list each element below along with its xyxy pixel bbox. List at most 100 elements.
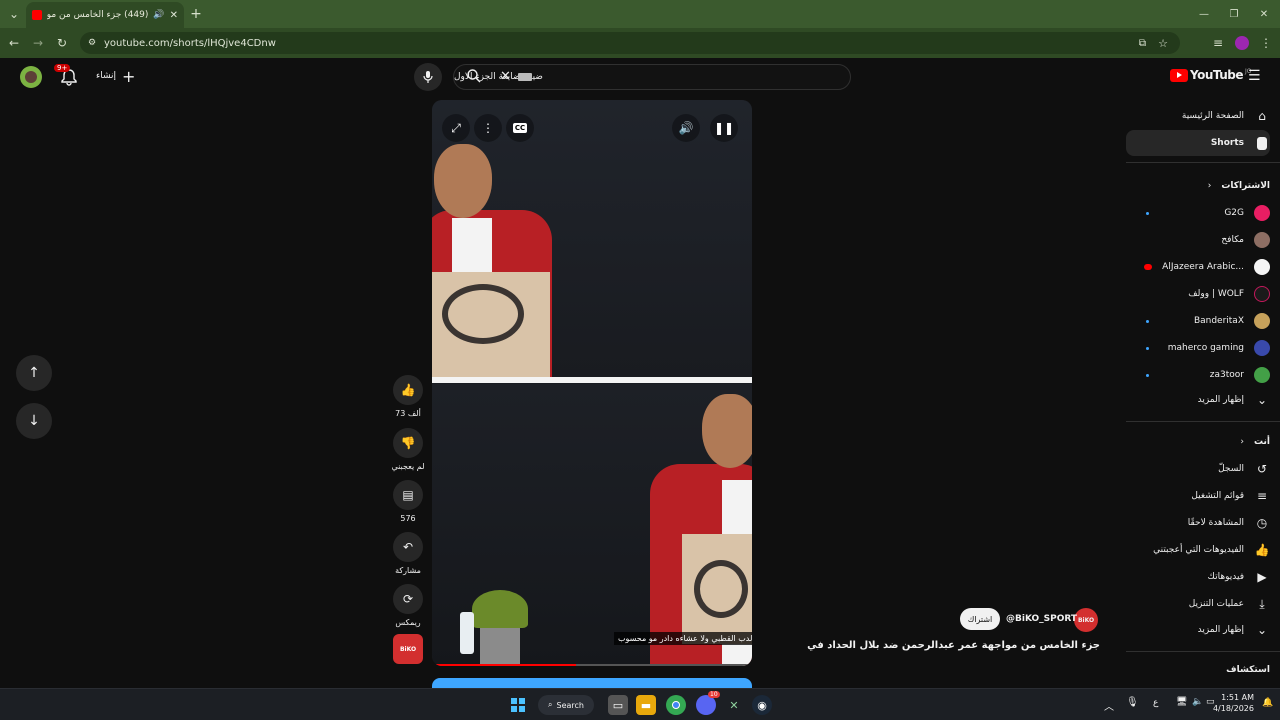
history-icon: ↺ — [1256, 462, 1268, 476]
sidebar-item-label: maherco gaming — [1167, 343, 1244, 353]
sidebar-item-subscription[interactable]: maherco gaming — [1126, 335, 1270, 361]
discord-badge: 10 — [708, 691, 720, 698]
sidebar-item-playlists[interactable]: قوائم التشغيل ≡ — [1126, 483, 1270, 509]
sidebar-item-subscription[interactable]: za3toor — [1126, 362, 1270, 388]
sidebar-item-subscription[interactable]: G2G — [1126, 200, 1270, 226]
search-input[interactable]: ضيعة ضايعة الجزء الاول ✕ — [453, 64, 851, 90]
keyboard-icon[interactable] — [518, 73, 532, 81]
explore-header: استكشاف — [1126, 657, 1270, 683]
dislike-button[interactable]: 👎 — [393, 428, 423, 458]
chrome-icon[interactable] — [666, 695, 686, 715]
profile-avatar[interactable] — [1235, 36, 1249, 50]
microphone-icon — [423, 71, 433, 83]
show-hidden-icons[interactable]: ︿ — [1104, 698, 1114, 713]
sidebar-item-shorts[interactable]: Shorts — [1126, 130, 1270, 156]
youtube-logo[interactable]: YouTube JO — [1170, 68, 1252, 82]
input-language[interactable]: ع — [1153, 698, 1158, 708]
sidebar-item-history[interactable]: السجلّ ↺ — [1126, 456, 1270, 482]
close-window-icon[interactable]: ✕ — [1256, 6, 1272, 22]
sidebar-item-watch-later[interactable]: المشاهدة لاحقًا ◷ — [1126, 510, 1270, 536]
like-button[interactable]: 👍 — [393, 375, 423, 405]
sidebar-item-downloads[interactable]: عمليات التنزيل ⤓ — [1126, 591, 1270, 617]
volume-tray-icon[interactable]: 🔈 — [1192, 697, 1203, 707]
bookmark-star-icon[interactable]: ☆ — [1158, 37, 1168, 50]
sidebar-item-subscription[interactable]: AlJazeera Arabic... — [1126, 254, 1270, 280]
forward-icon[interactable]: → — [30, 35, 46, 51]
shorts-video-player[interactable]: الدب القطبي ولا عشاءه دادر مو محسوب ⤢ ⋮ … — [432, 100, 752, 666]
water-bottle — [460, 612, 474, 654]
notifications-button[interactable]: 9+ — [54, 64, 80, 88]
clear-search-icon[interactable]: ✕ — [500, 69, 511, 84]
windows-start-icon[interactable] — [508, 695, 528, 715]
channel-avatar — [1254, 313, 1270, 329]
volume-icon[interactable]: 🔊 — [672, 114, 700, 142]
sidebar-item-subscription[interactable]: BanderitaX — [1126, 308, 1270, 334]
captions-button[interactable]: CC — [506, 114, 534, 142]
chrome-menu-icon[interactable]: ⋮ — [1258, 35, 1274, 51]
guide-menu-icon[interactable]: ☰ — [1248, 68, 1261, 84]
tab-search-chevron-icon[interactable]: ⌄ — [6, 6, 22, 22]
address-bar[interactable]: ⚙ youtube.com/shorts/lHQjve4CDnw ⧉ ☆ — [80, 32, 1180, 54]
chevron-left-icon: › — [1240, 437, 1244, 447]
person-head — [434, 144, 492, 218]
sidebar-item-your-videos[interactable]: فيديوهاتك ▶ — [1126, 564, 1270, 590]
show-more-subscriptions[interactable]: إظهار المزيد ⌄ — [1126, 387, 1270, 413]
video-frame-bottom — [432, 384, 752, 666]
short-title[interactable]: جزء الخامس من مواجهة عمر عبدالرحمن ضد بل… — [806, 640, 1100, 651]
reading-list-icon[interactable]: ≡ — [1210, 35, 1226, 51]
taskbar-search[interactable]: ⌕ Search — [538, 695, 594, 715]
file-explorer-icon[interactable]: ▬ — [636, 695, 656, 715]
minimize-icon[interactable]: — — [1196, 6, 1212, 22]
microphone-tray-icon[interactable]: 🎙 — [1126, 697, 1139, 708]
taskbar-search-label: Search — [556, 700, 584, 710]
task-view-icon[interactable]: ▭ — [608, 695, 628, 715]
reload-icon[interactable]: ↻ — [54, 35, 70, 51]
next-short-preview[interactable] — [432, 678, 752, 688]
xbox-icon[interactable]: ✕ — [724, 695, 744, 715]
voice-search-button[interactable] — [414, 63, 442, 91]
sidebar-item-liked-videos[interactable]: الفيديوهات التي أعجبتني 👍 — [1126, 537, 1270, 563]
sidebar-item-label: السجلّ — [1218, 464, 1244, 474]
channel-handle[interactable]: @BiKO_SPORT — [1006, 614, 1077, 624]
sidebar-item-label: مكافح — [1221, 235, 1244, 245]
chevron-down-icon: ⌄ — [1256, 393, 1268, 407]
subscriptions-header[interactable]: › الاشتراكات — [1126, 173, 1270, 199]
audio-source-button[interactable]: BiKO — [393, 634, 423, 664]
sidebar-item-label: عمليات التنزيل — [1188, 599, 1244, 609]
discord-icon[interactable]: 10 — [696, 691, 720, 715]
browser-tab[interactable]: (449) جزء الخامس من مواجهة 🔊 ✕ — [26, 2, 184, 28]
you-header[interactable]: › أنت — [1126, 429, 1270, 455]
site-info-icon[interactable]: ⚙ — [88, 38, 96, 48]
tab-close-icon[interactable]: ✕ — [170, 10, 178, 21]
remix-button[interactable]: ⟳ — [393, 584, 423, 614]
next-short-button[interactable]: ↓ — [16, 403, 52, 439]
new-tab-button[interactable]: + — [188, 6, 204, 22]
sidebar-item-label: za3toor — [1209, 370, 1244, 380]
steam-icon[interactable]: ◉ — [752, 695, 772, 715]
fullscreen-icon[interactable]: ⤢ — [442, 114, 470, 142]
create-button[interactable]: إنشاء + — [96, 67, 135, 86]
previous-short-button[interactable]: ↑ — [16, 355, 52, 391]
clock[interactable]: 1:51 AM 4/18/2026 — [1212, 692, 1254, 714]
channel-avatar[interactable]: BiKO — [1074, 608, 1098, 632]
share-button[interactable]: ↶ — [393, 532, 423, 562]
more-options-icon[interactable]: ⋮ — [474, 114, 502, 142]
sidebar-item-subscription[interactable]: مكافح — [1126, 227, 1270, 253]
sidebar-item-subscription[interactable]: وولف | WOLF — [1126, 281, 1270, 307]
network-icon[interactable]: 🖥 — [1176, 697, 1187, 707]
plant-leaves — [472, 590, 528, 628]
pause-icon[interactable]: ❚❚ — [710, 114, 738, 142]
snake-image — [694, 560, 748, 618]
audio-playing-icon[interactable]: 🔊 — [153, 10, 164, 20]
notification-center-icon[interactable]: 🔔 — [1262, 698, 1273, 708]
search-button[interactable] — [466, 68, 482, 87]
back-icon[interactable]: ← — [6, 35, 22, 51]
subscribe-button[interactable]: اشتراك — [960, 608, 1000, 630]
maximize-icon[interactable]: ❐ — [1226, 6, 1242, 22]
cast-icon[interactable]: ⧉ — [1139, 38, 1146, 49]
account-avatar[interactable] — [20, 66, 42, 88]
show-more-you[interactable]: إظهار المزيد ⌄ — [1126, 617, 1270, 643]
video-progress-bar[interactable] — [432, 664, 752, 666]
sidebar-item-home[interactable]: الصفحة الرئيسية ⌂ — [1126, 103, 1270, 129]
comments-button[interactable]: ▤ — [393, 480, 423, 510]
